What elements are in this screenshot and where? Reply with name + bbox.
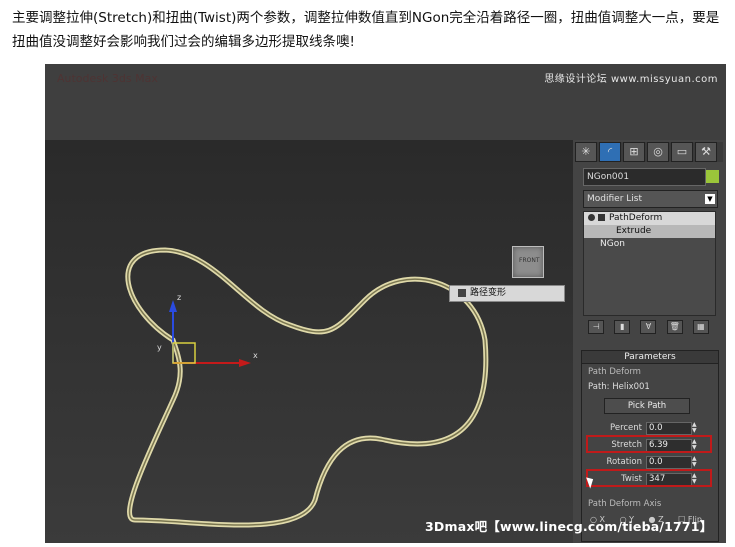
parameters-rollout: Parameters Path Deform Path: Helix001 Pi… bbox=[581, 350, 719, 542]
max-screenshot: Autodesk 3ds Max 思缘设计论坛 www.missyuan.com… bbox=[45, 64, 726, 543]
pin-stack-icon[interactable]: ⊣ bbox=[588, 320, 605, 334]
expand-icon[interactable] bbox=[598, 214, 605, 221]
make-unique-icon[interactable]: ∀ bbox=[640, 320, 657, 334]
show-end-result-icon[interactable]: ▮ bbox=[614, 320, 631, 334]
stretch-highlight bbox=[586, 435, 712, 453]
stack-item-extrude[interactable]: Extrude bbox=[584, 225, 715, 238]
fish-shape-wireframe: x y z bbox=[125, 247, 489, 528]
spinner-icon[interactable]: ▲ ▼ bbox=[692, 422, 698, 434]
z-axis-label: z bbox=[177, 293, 181, 302]
spinner-icon[interactable]: ▲ ▼ bbox=[692, 456, 698, 468]
utilities-icon[interactable]: ⚒ bbox=[695, 142, 717, 162]
object-color-swatch[interactable] bbox=[706, 170, 719, 183]
modify-icon[interactable]: ◜ bbox=[599, 142, 621, 162]
brand-watermark: 思缘设计论坛 www.missyuan.com bbox=[544, 74, 718, 85]
viewport-modifier-label[interactable]: 路径变形 bbox=[449, 285, 566, 302]
command-panel-tabs: ✳ ◜ ⊞ ◎ ▭ ⚒ bbox=[575, 142, 723, 162]
command-panel: ✳ ◜ ⊞ ◎ ▭ ⚒ NGon001 Modifier List ▼ Path… bbox=[573, 140, 726, 543]
remove-modifier-icon[interactable]: 🗑 bbox=[666, 320, 683, 334]
viewcube-icon[interactable]: FRONT bbox=[512, 246, 544, 278]
stack-item-ngon[interactable]: NGon bbox=[584, 238, 715, 251]
path-deform-group-label: Path Deform bbox=[588, 367, 641, 377]
perspective-viewport[interactable]: x y z FRONT 路径变形 bbox=[45, 140, 573, 543]
path-label: Path: Helix001 bbox=[588, 382, 650, 392]
modifier-list-dropdown[interactable]: Modifier List ▼ bbox=[583, 190, 718, 208]
forum-watermark: 3Dmax吧【www.linecg.com/tieba/1771】 bbox=[425, 519, 713, 534]
blurred-title: Autodesk 3ds Max bbox=[57, 72, 158, 85]
stack-toolbar: ⊣ ▮ ∀ 🗑 ▦ bbox=[583, 320, 714, 334]
y-axis-label: y bbox=[157, 343, 162, 352]
modifier-stack[interactable]: PathDeform Extrude NGon bbox=[583, 211, 716, 316]
pick-path-button[interactable]: Pick Path bbox=[604, 398, 690, 414]
chevron-down-icon: ▼ bbox=[705, 194, 715, 204]
configure-sets-icon[interactable]: ▦ bbox=[692, 320, 709, 334]
hierarchy-icon[interactable]: ⊞ bbox=[623, 142, 645, 162]
display-icon[interactable]: ▭ bbox=[671, 142, 693, 162]
axis-group-label: Path Deform Axis bbox=[588, 499, 662, 509]
rotation-input[interactable]: 0.0 bbox=[646, 456, 692, 469]
motion-icon[interactable]: ◎ bbox=[647, 142, 669, 162]
title-bar: Autodesk 3ds Max 思缘设计论坛 www.missyuan.com bbox=[45, 64, 726, 140]
intro-paragraph: 主要调整拉伸(Stretch)和扭曲(Twist)两个参数，调整拉伸数值直到NG… bbox=[12, 10, 720, 50]
x-axis-label: x bbox=[253, 351, 258, 360]
twist-highlight bbox=[586, 469, 712, 487]
create-icon[interactable]: ✳ bbox=[575, 142, 597, 162]
stack-item-pathdeform[interactable]: PathDeform bbox=[584, 212, 715, 225]
percent-input[interactable]: 0.0 bbox=[646, 422, 692, 435]
light-bulb-icon bbox=[458, 288, 466, 297]
light-bulb-icon bbox=[588, 214, 595, 221]
parameters-header[interactable]: Parameters bbox=[582, 351, 718, 364]
rotation-row: Rotation 0.0 ▲ ▼ bbox=[606, 455, 698, 469]
object-name-field[interactable]: NGon001 bbox=[583, 168, 706, 186]
percent-row: Percent 0.0 ▲ ▼ bbox=[610, 421, 698, 435]
